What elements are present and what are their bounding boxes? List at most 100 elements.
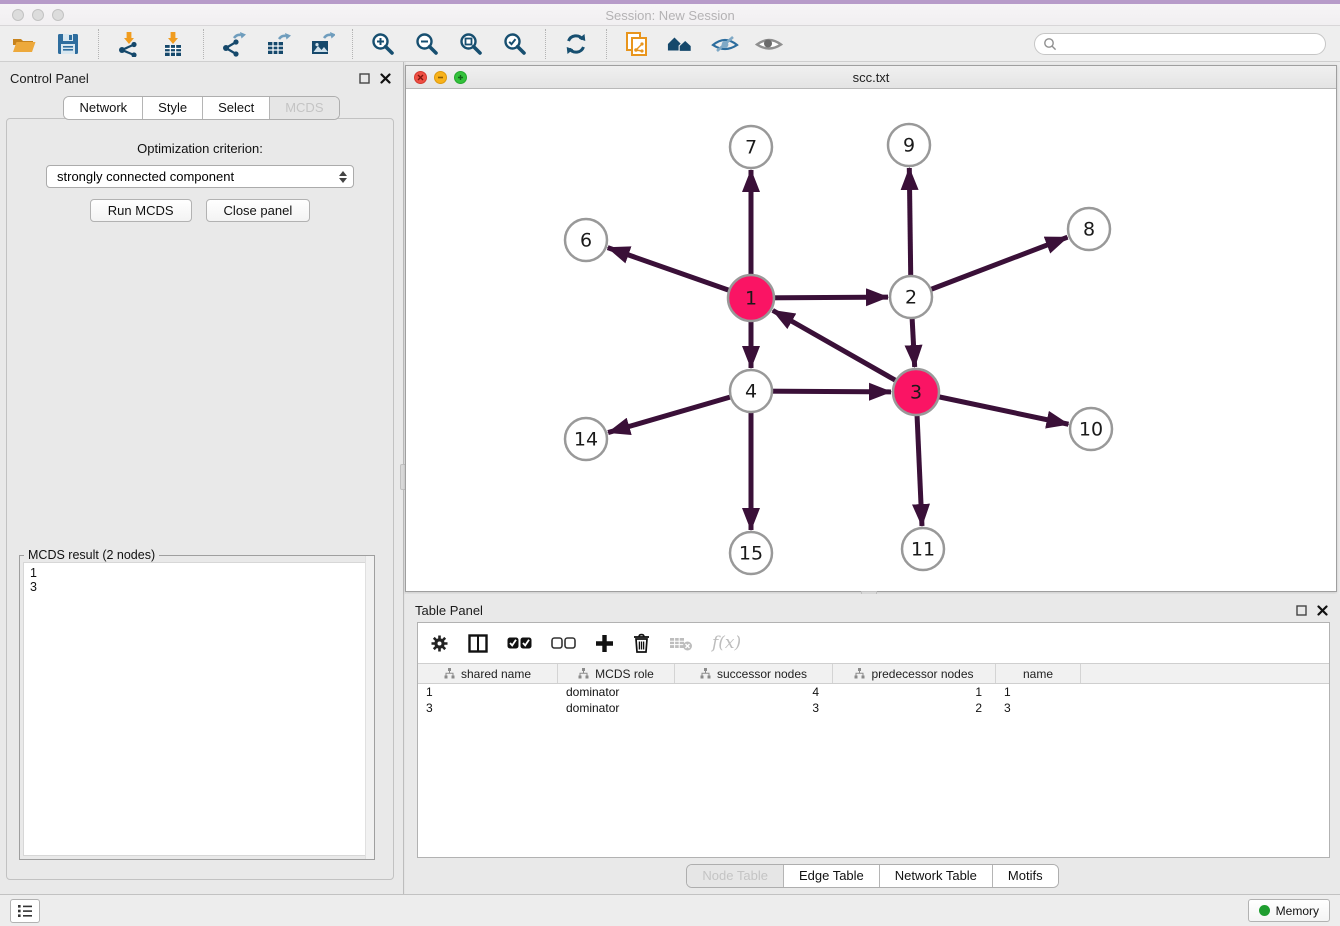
import-table-button[interactable] (159, 30, 187, 58)
add-column-icon[interactable] (595, 634, 614, 653)
graph-node-label-4: 4 (745, 381, 757, 403)
tab-network-table[interactable]: Network Table (880, 865, 993, 887)
toolbar-separator (545, 29, 546, 59)
table-cell[interactable]: 1 (996, 685, 1081, 699)
table-cell[interactable]: 3 (418, 701, 558, 715)
table-cell[interactable]: 3 (675, 701, 833, 715)
column-header-mcds-role[interactable]: MCDS role (558, 664, 675, 683)
float-panel-icon[interactable] (1296, 605, 1307, 616)
table-cell[interactable]: 1 (418, 685, 558, 699)
new-network-from-selection-button[interactable] (623, 30, 651, 58)
control-panel: Control Panel Network Style Select MCDS … (0, 62, 403, 894)
criterion-value: strongly connected component (57, 169, 336, 184)
tab-edge-table[interactable]: Edge Table (784, 865, 880, 887)
column-header-shared-name[interactable]: shared name (418, 664, 558, 683)
table-header-row: shared name MCDS role successor nodes pr… (418, 663, 1329, 684)
close-panel-icon[interactable] (380, 73, 391, 84)
memory-label: Memory (1276, 904, 1319, 918)
main-area: Control Panel Network Style Select MCDS … (0, 62, 1340, 894)
import-network-button[interactable] (115, 30, 143, 58)
network-minimize-button[interactable] (434, 71, 447, 84)
tab-motifs[interactable]: Motifs (993, 865, 1058, 887)
table-cell[interactable]: 1 (833, 685, 996, 699)
deselect-all-columns-icon[interactable] (551, 637, 576, 649)
tab-mcds[interactable]: MCDS (270, 97, 338, 119)
show-all-button[interactable] (755, 30, 783, 58)
tab-style[interactable]: Style (143, 97, 203, 119)
criterion-dropdown[interactable]: strongly connected component (46, 165, 354, 188)
hierarchy-icon (578, 668, 589, 679)
eye-icon (755, 31, 783, 57)
graph-node-label-9: 9 (903, 135, 915, 157)
export-table-button[interactable] (264, 30, 292, 58)
delete-column-trash-icon[interactable] (633, 633, 650, 653)
graph-node-label-6: 6 (580, 230, 592, 252)
network-window-titlebar[interactable]: scc.txt (406, 66, 1336, 89)
zoom-selected-button[interactable] (501, 30, 529, 58)
task-history-button[interactable] (10, 899, 40, 923)
mcds-result-group: MCDS result (2 nodes) 1 3 (19, 555, 375, 860)
refresh-button[interactable] (562, 30, 590, 58)
dropdown-stepper-icon (336, 171, 349, 183)
graph-node-label-2: 2 (905, 287, 917, 309)
graph-edge-3-1[interactable] (773, 310, 916, 392)
table-cell[interactable]: dominator (558, 701, 675, 715)
delete-table-icon-disabled (669, 635, 693, 651)
import-table-icon (160, 31, 186, 57)
tab-node-table[interactable]: Node Table (687, 865, 784, 887)
network-close-button[interactable] (414, 71, 427, 84)
memory-button[interactable]: Memory (1248, 899, 1330, 922)
table-cell[interactable]: 2 (833, 701, 996, 715)
network-graph[interactable]: 7968124314101511 (406, 89, 1336, 591)
export-image-icon (309, 31, 335, 57)
zoom-in-button[interactable] (369, 30, 397, 58)
table-row[interactable]: 1 dominator 4 1 1 (418, 684, 1329, 700)
graph-node-label-7: 7 (745, 137, 757, 159)
column-header-successor-nodes[interactable]: successor nodes (675, 664, 833, 683)
table-settings-gear-icon[interactable] (430, 634, 449, 653)
column-header-name[interactable]: name (996, 664, 1081, 683)
network-canvas[interactable]: 7968124314101511 (406, 89, 1336, 591)
mcds-result-text[interactable]: 1 3 (23, 562, 371, 856)
close-panel-icon[interactable] (1317, 605, 1328, 616)
run-mcds-button[interactable]: Run MCDS (90, 199, 192, 222)
save-session-button[interactable] (54, 30, 82, 58)
network-view-window: scc.txt 7968124314101511 (405, 65, 1337, 592)
export-image-button[interactable] (308, 30, 336, 58)
tab-network[interactable]: Network (64, 97, 143, 119)
table-cell[interactable]: 3 (996, 701, 1081, 715)
tab-select[interactable]: Select (203, 97, 270, 119)
search-input[interactable] (1061, 37, 1317, 51)
eye-slash-icon (711, 31, 739, 57)
column-header-predecessor-nodes[interactable]: predecessor nodes (833, 664, 996, 683)
table-panel-title: Table Panel (415, 603, 1296, 618)
network-maximize-button[interactable] (454, 71, 467, 84)
control-panel-header: Control Panel (0, 62, 403, 88)
app-titlebar: Session: New Session (0, 0, 1340, 26)
result-scrollbar[interactable] (365, 556, 374, 859)
node-table-container: f(x) shared name MCDS role successor nod… (417, 622, 1330, 858)
open-folder-icon (11, 31, 37, 57)
float-panel-icon[interactable] (359, 73, 370, 84)
network-file-copy-icon (624, 31, 650, 57)
function-builder-icon-disabled: f(x) (712, 633, 741, 653)
table-cell[interactable]: 4 (675, 685, 833, 699)
refresh-icon (563, 31, 589, 57)
close-panel-button[interactable]: Close panel (206, 199, 311, 222)
table-cell[interactable]: dominator (558, 685, 675, 699)
table-row[interactable]: 3 dominator 3 2 3 (418, 700, 1329, 716)
first-neighbors-button[interactable] (667, 30, 695, 58)
export-network-button[interactable] (220, 30, 248, 58)
column-layout-icon[interactable] (468, 634, 488, 653)
select-all-columns-icon[interactable] (507, 637, 532, 649)
zoom-fit-button[interactable] (457, 30, 485, 58)
open-session-button[interactable] (10, 30, 38, 58)
export-table-icon (265, 31, 291, 57)
graph-edge-2-8[interactable] (911, 237, 1068, 297)
network-window-title: scc.txt (406, 70, 1336, 85)
graph-edge-4-14[interactable] (608, 391, 751, 433)
import-network-icon (116, 31, 142, 57)
hide-selected-button[interactable] (711, 30, 739, 58)
zoom-selected-icon (502, 31, 528, 57)
zoom-out-button[interactable] (413, 30, 441, 58)
